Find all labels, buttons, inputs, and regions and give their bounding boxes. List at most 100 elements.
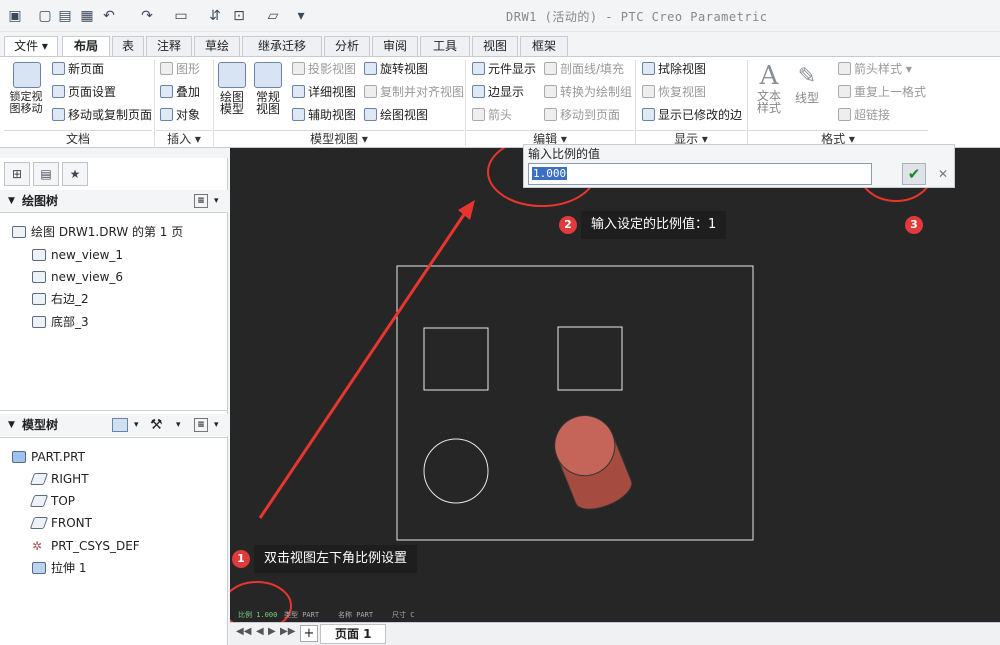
window-icon[interactable]: ▭ xyxy=(172,7,190,25)
tab-sketch[interactable]: 草绘 xyxy=(194,36,240,56)
new-icon[interactable]: ▢ xyxy=(36,7,54,25)
tree-item-part[interactable]: PART.PRT xyxy=(12,450,85,464)
tools-icon[interactable]: ⚒ xyxy=(150,414,163,436)
copy-align-view-button[interactable]: 复制并对齐视图 xyxy=(364,85,464,99)
favorites-tab-icon[interactable]: ★ xyxy=(62,162,88,186)
line-style-button[interactable]: ✎ 线型 xyxy=(790,62,824,104)
element-display-button[interactable]: 元件显示 xyxy=(472,62,536,76)
revolve-view-button[interactable]: 旋转视图 xyxy=(364,62,428,76)
model-tree-header[interactable]: ▼ 模型树 ▾ ⚒ ▾ ≡ ▾ xyxy=(0,414,228,436)
page-setup-button[interactable]: 页面设置 xyxy=(52,85,116,99)
scale-readout[interactable]: 比例 1.000 xyxy=(238,610,277,620)
group-insert[interactable]: 插入 ▾ xyxy=(156,130,212,147)
switch-icon[interactable]: ⊡ xyxy=(230,7,248,25)
arrow-style-button[interactable]: 箭头样式 ▾ xyxy=(838,62,912,76)
section-line-button[interactable]: 剖面线/填充 xyxy=(544,62,624,76)
folder-icon[interactable]: ▱ xyxy=(264,7,282,25)
next-page-icon[interactable]: ▶ xyxy=(268,626,276,637)
settings-icon[interactable]: ≡ xyxy=(194,418,208,432)
app-icon[interactable]: ▣ xyxy=(6,7,24,25)
repeat-format-button[interactable]: 重复上一格式 xyxy=(838,85,926,99)
cylinder-model[interactable] xyxy=(546,407,637,517)
cancel-button[interactable]: ✕ xyxy=(934,163,952,185)
scale-value-input[interactable]: 1.000 xyxy=(528,163,872,185)
first-page-icon[interactable]: ◀◀ xyxy=(236,626,251,637)
tree-item-csys[interactable]: ✲ PRT_CSYS_DEF xyxy=(32,539,140,553)
auxiliary-view-button[interactable]: 辅助视图 xyxy=(292,108,356,122)
chevron-down-icon[interactable]: ▾ xyxy=(214,414,219,436)
restore-view-button[interactable]: 恢复视图 xyxy=(642,85,706,99)
tree-tab-icon[interactable]: ⊞ xyxy=(4,162,30,186)
tab-layout[interactable]: 布局 xyxy=(62,36,110,57)
text-style-button[interactable]: A 文本样式 xyxy=(752,62,786,114)
tree-item-extrude[interactable]: 拉伸 1 xyxy=(32,561,86,575)
tab-review[interactable]: 审阅 xyxy=(372,36,418,56)
page-setup-icon xyxy=(52,85,65,98)
move-copy-page-button[interactable]: 移动或复制页面 xyxy=(52,108,152,122)
annotation-arrow xyxy=(258,209,469,519)
settings-icon[interactable]: ≡ xyxy=(194,194,208,208)
regen-icon[interactable]: ⇵ xyxy=(206,7,224,25)
chevron-down-icon[interactable]: ▾ xyxy=(134,414,139,436)
overlay-button[interactable]: 叠加 xyxy=(160,85,200,99)
undo-icon[interactable]: ↶ xyxy=(100,7,118,25)
chevron-down-icon[interactable]: ▾ xyxy=(214,190,219,212)
tab-analysis[interactable]: 分析 xyxy=(324,36,370,56)
tree-item-datum-plane[interactable]: TOP xyxy=(29,494,75,508)
add-page-button[interactable]: + xyxy=(300,625,318,642)
copy-align-icon xyxy=(364,85,377,98)
tree-item-drawing-sheet[interactable]: 绘图 DRW1.DRW 的第 1 页 xyxy=(12,225,183,239)
redo-icon[interactable]: ↷ xyxy=(138,7,156,25)
extrude-icon xyxy=(32,562,46,574)
tab-file[interactable]: 文件 ▾ xyxy=(4,36,58,56)
tree-item-datum-plane[interactable]: RIGHT xyxy=(29,472,89,486)
graphic-button[interactable]: 图形 xyxy=(160,62,200,76)
tab-annotate[interactable]: 注释 xyxy=(146,36,192,56)
prev-page-icon[interactable]: ◀ xyxy=(256,626,264,637)
quick-access-toolbar: ▣ ▢ ▤ ▦ ↶ ↷ ▭ ⇵ ⊡ ▱ ▾ DRW1 (活动的) - PTC C… xyxy=(0,0,1000,32)
group-model-views[interactable]: 模型视图 ▾ xyxy=(214,130,464,147)
arrow-button[interactable]: 箭头 xyxy=(472,108,512,122)
open-icon[interactable]: ▤ xyxy=(56,7,74,25)
general-view-button[interactable]: 常规视图 xyxy=(252,62,284,115)
new-page-button[interactable]: 新页面 xyxy=(52,62,104,76)
collapse-icon[interactable]: ▼ xyxy=(8,190,15,212)
tree-item-view[interactable]: new_view_1 xyxy=(32,248,123,262)
view-icon xyxy=(32,271,46,283)
tab-frame[interactable]: 框架 xyxy=(520,36,568,56)
object-button[interactable]: 对象 xyxy=(160,108,200,122)
collapse-icon[interactable]: ▼ xyxy=(8,414,15,436)
folder-tab-icon[interactable]: ▤ xyxy=(33,162,59,186)
tab-table[interactable]: 表 xyxy=(112,36,144,56)
convert-draft-button[interactable]: 转换为绘制组 xyxy=(544,85,632,99)
tree-item-datum-plane[interactable]: FRONT xyxy=(29,516,92,530)
drawing-view-button[interactable]: 绘图视图 xyxy=(364,108,428,122)
move-to-page-button[interactable]: 移动到页面 xyxy=(544,108,620,122)
tree-item-view[interactable]: new_view_6 xyxy=(32,270,123,284)
projection-view-button[interactable]: 投影视图 xyxy=(292,62,356,76)
show-icon[interactable] xyxy=(112,418,128,432)
show-modified-edges-button[interactable]: 显示已修改的边 xyxy=(642,108,742,122)
customize-icon[interactable]: ▾ xyxy=(292,7,310,25)
chevron-down-icon[interactable]: ▾ xyxy=(176,414,181,436)
edge-display-button[interactable]: 边显示 xyxy=(472,85,524,99)
erase-view-button[interactable]: 拭除视图 xyxy=(642,62,706,76)
last-page-icon[interactable]: ▶▶ xyxy=(280,626,295,637)
tree-item-view[interactable]: 底部_3 xyxy=(32,315,89,329)
detail-view-button[interactable]: 详细视图 xyxy=(292,85,356,99)
page-tab[interactable]: 页面 1 xyxy=(320,624,386,644)
save-icon[interactable]: ▦ xyxy=(78,7,96,25)
tab-legacy-migration[interactable]: 继承迁移 xyxy=(242,36,322,56)
element-display-icon xyxy=(472,62,485,75)
detail-view-icon xyxy=(292,85,305,98)
confirm-button[interactable]: ✔ xyxy=(902,163,926,185)
drawing-tree-header[interactable]: ▼ 绘图树 ≡ ▾ xyxy=(0,190,228,212)
drawing-model-button[interactable]: 绘图模型 xyxy=(216,62,248,115)
drawing-canvas[interactable]: 比例 1.000 类型 PART 名称 PART 尺寸 C 1 双击视图左下角比… xyxy=(230,148,1000,622)
tab-tools[interactable]: 工具 xyxy=(420,36,470,56)
tree-item-view[interactable]: 右边_2 xyxy=(32,292,89,306)
tab-view[interactable]: 视图 xyxy=(472,36,518,56)
hyperlink-button[interactable]: 超链接 xyxy=(838,108,890,122)
lock-view-button[interactable]: 锁定视图移动 xyxy=(6,62,48,115)
checkmark-icon: ✔ xyxy=(907,165,921,183)
